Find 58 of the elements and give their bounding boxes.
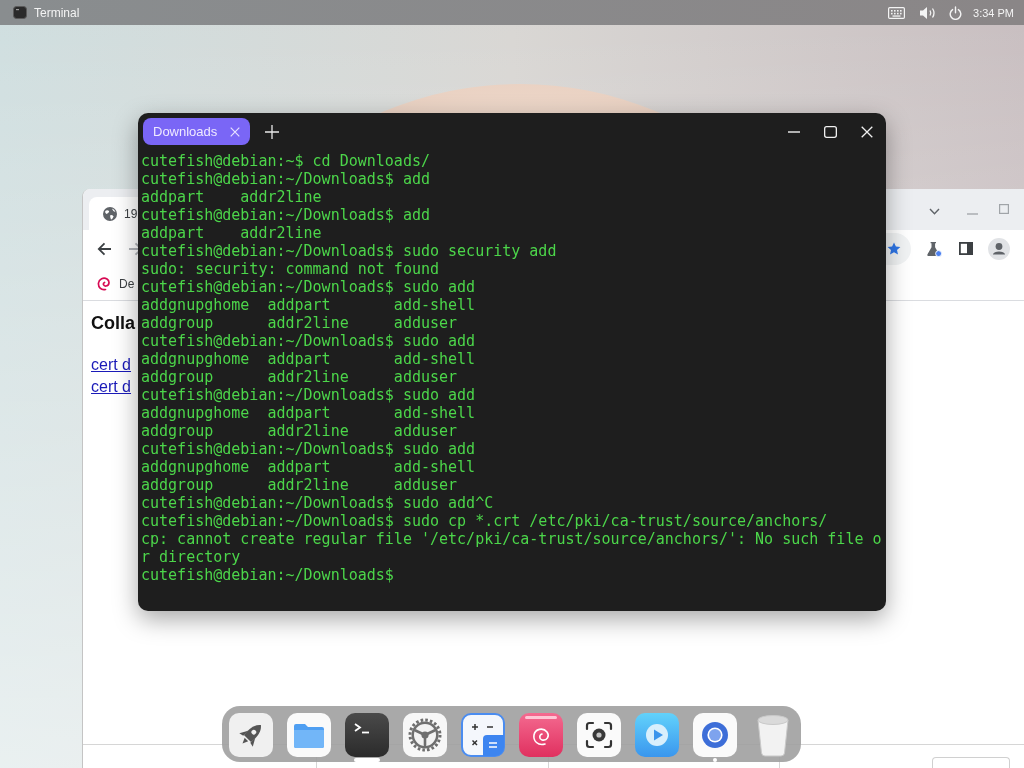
forward-arrow-icon[interactable] xyxy=(128,241,138,256)
play-icon[interactable] xyxy=(635,713,679,757)
terminal-line: cutefish@debian:~/Downloads$ sudo cp *.crt /etc/pki/ca-trust/source/anchors/ xyxy=(141,512,828,530)
terminal-line: cutefish@debian:~/Downloads$ sudo security add xyxy=(141,242,557,260)
back-arrow-icon[interactable] xyxy=(97,241,112,256)
terminal-line: cutefish@debian:~$ cd Downloads/ xyxy=(141,152,430,170)
sidebar-icon[interactable] xyxy=(959,242,973,255)
gear-icon[interactable] xyxy=(403,713,447,757)
terminal-line: addgroup addr2line adduser xyxy=(141,314,458,332)
terminal-line: cutefish@debian:~/Downloads$ sudo add xyxy=(141,386,476,404)
capture-frame-icon[interactable] xyxy=(577,713,621,757)
swirl-icon xyxy=(97,276,111,291)
terminal-line: cutefish@debian:~/Downloads$ sudo add xyxy=(141,332,476,350)
avatar-icon[interactable] xyxy=(988,237,1010,260)
terminal-line: cp: cannot create regular file '/etc/pki/ca-trust/source/anchors/': No such file o xyxy=(141,530,882,548)
globe-icon xyxy=(103,206,117,221)
plus-icon[interactable] xyxy=(265,124,280,139)
minimize-icon[interactable] xyxy=(788,130,800,133)
page-heading: Colla xyxy=(91,312,135,335)
close-icon[interactable] xyxy=(861,125,873,138)
terminal-line: addgroup addr2line adduser xyxy=(141,368,458,386)
browser-tab[interactable]: 19 xyxy=(89,197,138,230)
terminal-line: addpart addr2line xyxy=(141,188,322,206)
terminal-line: addpart addr2line xyxy=(141,224,322,242)
terminal-line: addgnupghome addpart add-shell xyxy=(141,296,476,314)
bookmark-item[interactable]: De xyxy=(97,276,135,291)
rocket-icon[interactable] xyxy=(229,713,273,757)
terminal-line: addgroup addr2line adduser xyxy=(141,476,458,494)
star-icon[interactable] xyxy=(887,241,901,256)
terminal-icon[interactable] xyxy=(345,713,389,757)
page-link[interactable]: cert d xyxy=(91,376,131,398)
terminal-line: sudo: security: command not found xyxy=(141,260,439,278)
terminal-line: cutefish@debian:~/Downloads$ sudo add^C xyxy=(141,494,494,512)
terminal-icon[interactable] xyxy=(13,6,27,19)
terminal-tab[interactable]: Downloads xyxy=(143,118,251,145)
clock: 3:34 PM xyxy=(973,6,1014,19)
swirl-icon[interactable] xyxy=(519,713,563,757)
calculator-icon[interactable] xyxy=(461,713,505,757)
power-icon[interactable] xyxy=(949,5,963,20)
terminal-line: r directory xyxy=(141,548,241,566)
folder-icon[interactable] xyxy=(287,713,331,757)
chevron-down-icon[interactable] xyxy=(929,208,940,215)
app-title: Terminal xyxy=(34,5,80,20)
terminal-line: cutefish@debian:~/Downloads$ add xyxy=(141,206,430,224)
terminal-line: cutefish@debian:~/Downloads$ xyxy=(141,566,394,584)
flask-icon[interactable] xyxy=(926,240,942,257)
terminal-line: cutefish@debian:~/Downloads$ add xyxy=(141,170,430,188)
volume-icon[interactable] xyxy=(919,5,938,20)
keyboard-icon[interactable] xyxy=(888,6,906,19)
terminal-line: addgnupghome addpart add-shell xyxy=(141,404,476,422)
ring-icon[interactable] xyxy=(693,713,737,757)
page-link[interactable]: cert d xyxy=(91,354,131,376)
address-bar[interactable] xyxy=(885,232,911,265)
terminal-line: addgnupghome addpart add-shell xyxy=(141,458,476,476)
terminal-line: addgroup addr2line adduser xyxy=(141,422,458,440)
terminal-line: cutefish@debian:~/Downloads$ sudo add xyxy=(141,278,476,296)
terminal-line: addgnupghome addpart add-shell xyxy=(141,350,476,368)
terminal-line: cutefish@debian:~/Downloads$ sudo add xyxy=(141,440,476,458)
